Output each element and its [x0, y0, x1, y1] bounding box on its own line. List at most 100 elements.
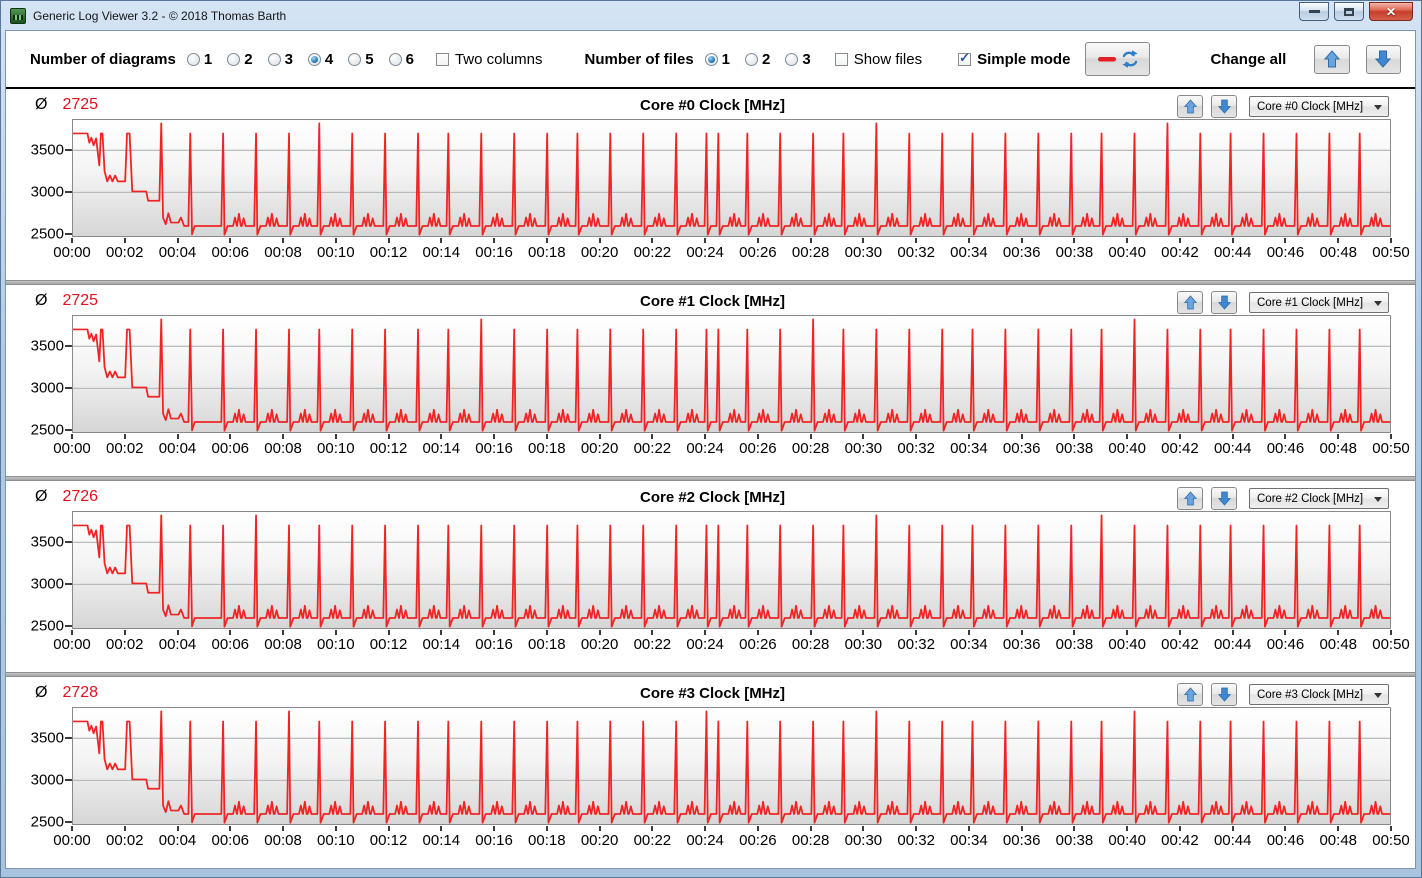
- diagram-count-1-radio[interactable]: [186, 52, 200, 66]
- show-files-checkbox-box[interactable]: [834, 52, 848, 66]
- x-axis-tick: [387, 238, 390, 243]
- x-axis-tick: [809, 238, 812, 243]
- move-down-button[interactable]: [1211, 487, 1237, 510]
- x-axis-label: 00:22: [633, 440, 672, 457]
- maximize-button[interactable]: [1334, 2, 1364, 21]
- signal-select-dropdown[interactable]: Core #1 Clock [MHz]: [1249, 292, 1389, 313]
- move-down-button[interactable]: [1211, 95, 1237, 118]
- file-count-1[interactable]: 1: [704, 50, 731, 68]
- simple-mode-checkbox-box[interactable]: [958, 50, 972, 66]
- y-axis-tick: [65, 779, 72, 782]
- refresh-lines-button[interactable]: [1085, 42, 1151, 76]
- x-axis-tick: [1020, 434, 1023, 439]
- x-axis-label: 00:50: [1372, 440, 1410, 457]
- window-title: Generic Log Viewer 3.2 - © 2018 Thomas B…: [33, 8, 287, 23]
- move-up-button[interactable]: [1177, 683, 1203, 706]
- x-axis-label: 00:30: [844, 440, 883, 457]
- diagram-count-2[interactable]: 2: [227, 51, 253, 68]
- x-axis-tick: [1178, 630, 1181, 635]
- y-axis-tick: [65, 583, 72, 586]
- diagram-count-1-label: 1: [203, 50, 213, 68]
- x-axis-label: 00:44: [1213, 832, 1252, 849]
- signal-select-dropdown[interactable]: Core #0 Clock [MHz]: [1249, 96, 1389, 117]
- x-axis-label: 00:46: [1266, 832, 1305, 849]
- x-axis-label: 00:10: [317, 832, 355, 849]
- file-count-3-radio[interactable]: [785, 52, 799, 66]
- diagram-count-5[interactable]: 5: [348, 51, 374, 68]
- x-axis-label: 00:18: [528, 636, 566, 653]
- x-axis-label: 00:20: [580, 244, 619, 261]
- file-count-2[interactable]: 2: [745, 51, 770, 68]
- file-count-3[interactable]: 3: [785, 51, 811, 68]
- x-axis-label: 00:24: [686, 832, 724, 849]
- charts-area: Ø 2725 Core #0 Clock [MHz] Core #0 Clock [M…: [6, 89, 1415, 868]
- move-up-button[interactable]: [1177, 95, 1203, 118]
- x-axis-label: 00:12: [369, 636, 408, 653]
- x-axis-label: 00:00: [53, 440, 91, 457]
- x-axis-tick: [229, 238, 232, 243]
- x-axis-tick: [387, 826, 390, 831]
- x-axis-tick: [651, 434, 654, 439]
- diagram-count-4-radio[interactable]: [307, 52, 321, 66]
- x-axis-tick: [282, 434, 285, 439]
- arrow-down-icon: [1217, 491, 1231, 506]
- x-axis-label: 00:12: [369, 440, 408, 457]
- file-count-1-radio[interactable]: [704, 52, 718, 66]
- chart-panel-2: Ø 2726 Core #2 Clock [MHz] Core #2 Clock [M…: [6, 481, 1415, 672]
- two-columns-checkbox[interactable]: Two columns: [435, 51, 542, 68]
- x-axis-tick: [123, 826, 126, 831]
- x-axis-tick: [176, 630, 179, 635]
- chart-area: 3500 3000 2500 00:00 00:02 00:04 00:06 00:08 00:…: [31, 315, 1410, 476]
- x-axis-tick: [1231, 630, 1234, 635]
- arrow-up-icon: [1183, 687, 1197, 702]
- y-axis-label: 2500: [30, 813, 64, 831]
- x-axis-label: 00:28: [791, 832, 830, 849]
- plot-area: 3500 3000 2500: [31, 707, 1391, 831]
- move-up-button[interactable]: [1177, 487, 1203, 510]
- signal-select-value: Core #2 Clock [MHz]: [1257, 492, 1364, 505]
- move-down-button[interactable]: [1211, 291, 1237, 314]
- x-axis-tick: [387, 630, 390, 635]
- change-all-down-button[interactable]: [1365, 44, 1402, 74]
- diagram-count-2-radio[interactable]: [227, 52, 241, 66]
- title-bar[interactable]: Generic Log Viewer 3.2 - © 2018 Thomas B…: [1, 1, 1421, 30]
- x-axis: 00:00 00:02 00:04 00:06 00:08 00:10 00:12 00:14…: [53, 629, 1410, 657]
- line-chart: [73, 122, 1390, 236]
- x-axis-label: 00:22: [633, 636, 672, 653]
- x-axis-tick: [1073, 238, 1076, 243]
- minimize-button[interactable]: [1299, 2, 1329, 21]
- x-axis-label: 00:34: [950, 832, 988, 849]
- x-axis-tick: [862, 630, 865, 635]
- x-axis-tick: [967, 630, 970, 635]
- y-axis-label: 3000: [30, 771, 64, 789]
- close-button[interactable]: ✕: [1369, 2, 1413, 21]
- diagram-count-3[interactable]: 3: [267, 51, 293, 68]
- x-axis-label: 00:02: [105, 636, 144, 653]
- x-axis-label: 00:48: [1319, 440, 1358, 457]
- show-files-checkbox[interactable]: Show files: [834, 51, 922, 68]
- diagram-count-1[interactable]: 1: [186, 50, 213, 68]
- x-axis-label: 00:26: [739, 440, 777, 457]
- signal-select-dropdown[interactable]: Core #2 Clock [MHz]: [1249, 488, 1389, 509]
- file-count-2-radio[interactable]: [745, 52, 759, 66]
- file-count-1-label: 1: [721, 50, 731, 68]
- y-axis-tick: [65, 625, 72, 628]
- simple-mode-checkbox[interactable]: Simple mode: [958, 50, 1070, 68]
- diagram-count-radio-group: 1 2 3 4 5 6: [186, 50, 414, 68]
- move-down-button[interactable]: [1211, 683, 1237, 706]
- chevron-down-icon: [1374, 105, 1382, 110]
- two-columns-checkbox-box[interactable]: [435, 52, 449, 66]
- x-axis-label: 00:06: [211, 440, 250, 457]
- signal-select-dropdown[interactable]: Core #3 Clock [MHz]: [1249, 684, 1389, 705]
- diagram-count-5-radio[interactable]: [348, 52, 362, 66]
- diagram-count-6[interactable]: 6: [388, 51, 414, 68]
- change-all-up-button[interactable]: [1314, 44, 1350, 74]
- y-axis-label: 2500: [30, 225, 64, 243]
- panel-header: Ø 2725 Core #0 Clock [MHz] Core #0 Clock [M…: [22, 95, 1403, 119]
- move-up-button[interactable]: [1177, 291, 1203, 314]
- diagrams-label: Number of diagrams: [30, 50, 176, 68]
- diagram-count-6-radio[interactable]: [388, 52, 402, 66]
- diagram-count-4[interactable]: 4: [307, 51, 333, 68]
- diagram-count-3-radio[interactable]: [267, 52, 281, 66]
- x-axis-label: 00:36: [1002, 832, 1041, 849]
